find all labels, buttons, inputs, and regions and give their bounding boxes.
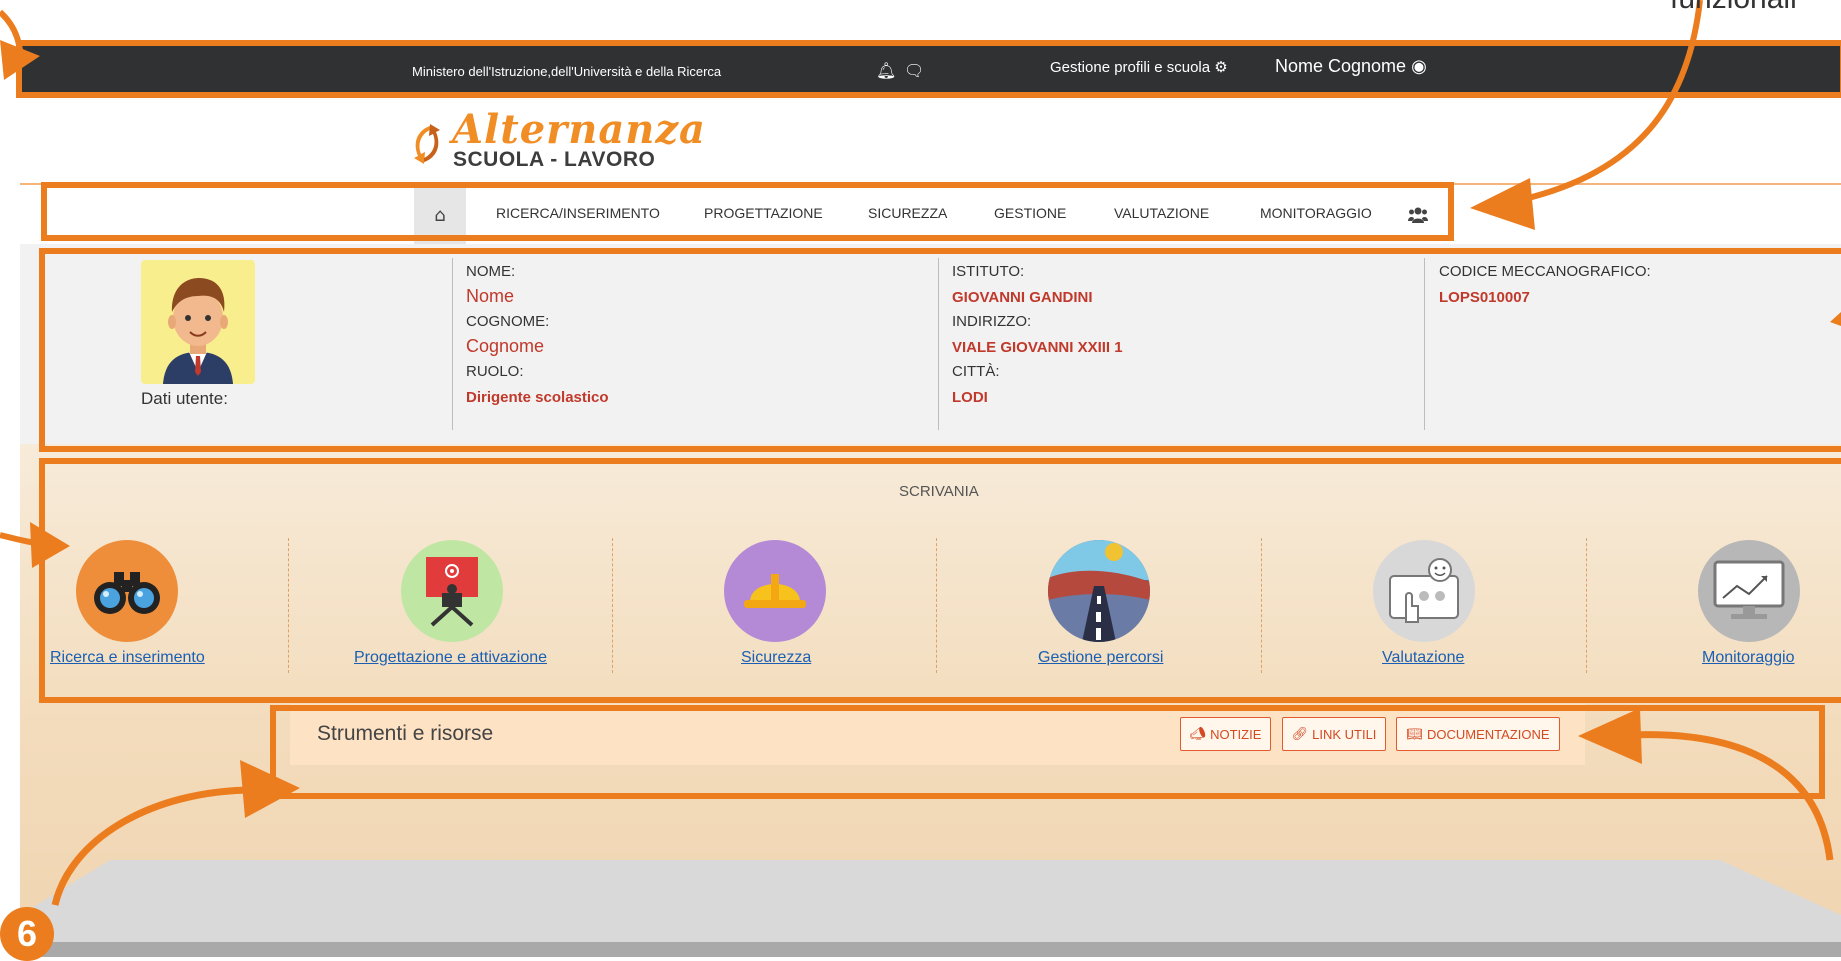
step-badge: 6 xyxy=(0,907,54,961)
annotation-arrows xyxy=(0,0,1841,906)
annotation-corner-text: funzionali xyxy=(1670,0,1797,16)
